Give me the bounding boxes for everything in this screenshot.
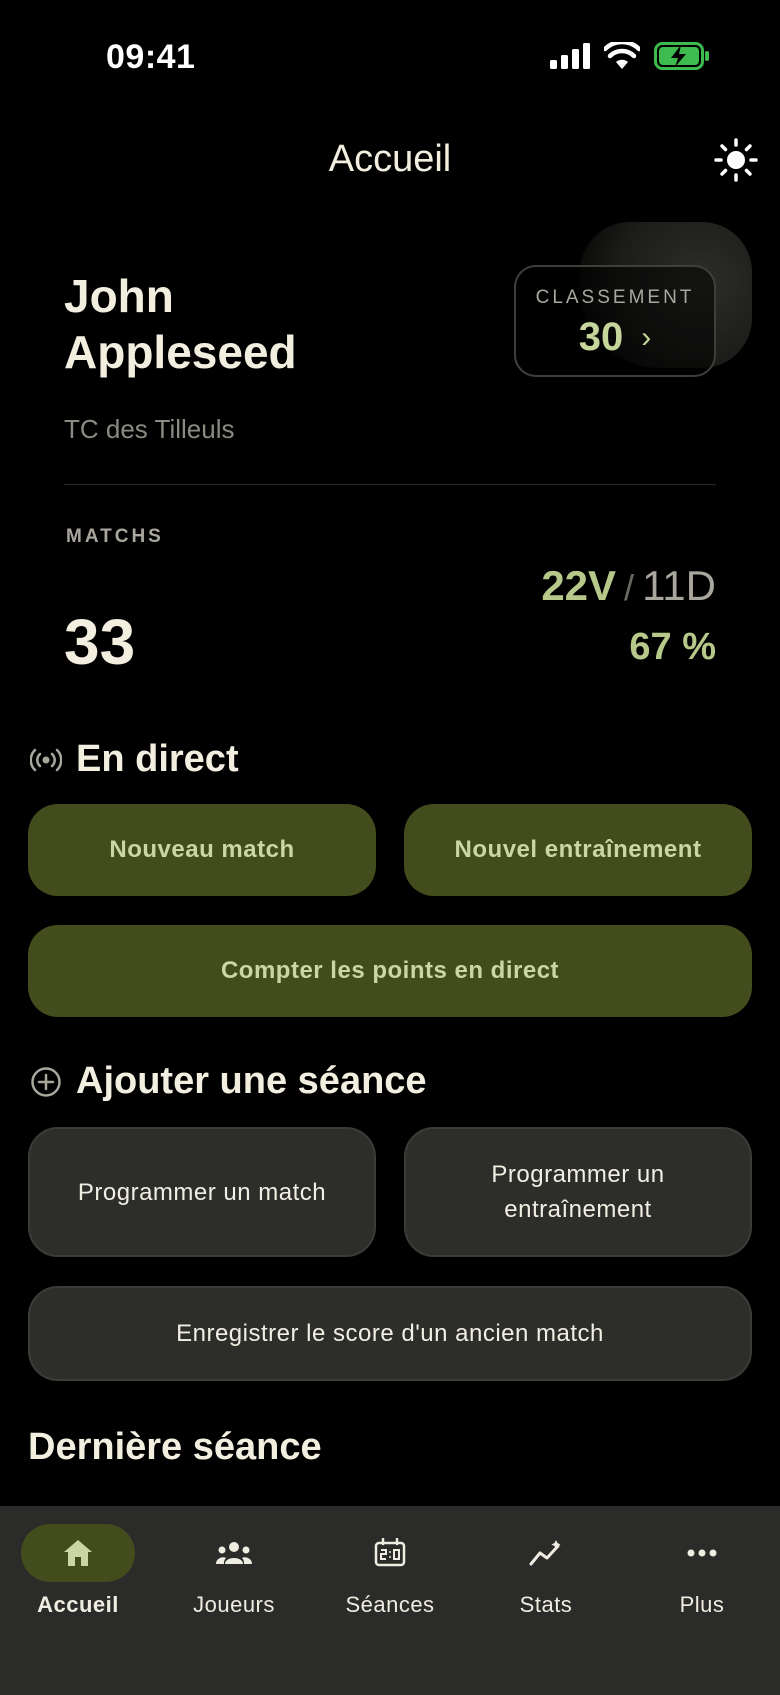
tab-home[interactable]: Accueil — [0, 1524, 156, 1618]
player-name: John Appleseed — [64, 268, 444, 380]
matches-count: 33 — [64, 606, 136, 678]
theme-toggle-button[interactable] — [714, 138, 758, 182]
record-old-match-button[interactable]: Enregistrer le score d'un ancien match — [28, 1286, 752, 1381]
tab-stats[interactable]: Stats — [468, 1524, 624, 1618]
ranking-value-row: 30 › — [516, 315, 714, 360]
tab-players-indicator — [177, 1524, 291, 1582]
tab-bar: Accueil Joueurs Séances Stats Plus — [0, 1506, 780, 1695]
players-icon — [216, 1542, 252, 1564]
matches-label: MATCHS — [66, 526, 164, 547]
add-session-title: Ajouter une séance — [76, 1060, 427, 1102]
club-name: TC des Tilleuls — [64, 414, 235, 444]
tab-stats-label: Stats — [519, 1592, 573, 1617]
stats-icon — [529, 1540, 561, 1566]
scoreboard-icon — [374, 1538, 406, 1567]
new-match-button[interactable]: Nouveau match — [28, 804, 376, 896]
plus-circle-icon — [31, 1066, 61, 1097]
tab-players-label: Joueurs — [193, 1592, 275, 1617]
win-percentage: 67 % — [629, 626, 716, 668]
signal-icon — [550, 43, 590, 69]
live-section-header: En direct — [30, 738, 239, 781]
divider — [64, 484, 716, 485]
tab-stats-indicator — [489, 1524, 603, 1582]
tab-more[interactable]: Plus — [624, 1524, 780, 1618]
new-training-button[interactable]: Nouvel entraînement — [404, 804, 752, 896]
last-session-title: Dernière séance — [28, 1426, 322, 1468]
tab-sessions-indicator — [333, 1524, 447, 1582]
tab-more-indicator — [645, 1524, 759, 1582]
wifi-icon — [604, 42, 640, 69]
ranking-button[interactable]: CLASSEMENT 30 › — [514, 265, 716, 377]
status-icons — [550, 42, 710, 70]
tab-sessions[interactable]: Séances — [312, 1524, 468, 1618]
losses-count: 11D — [642, 562, 716, 609]
chevron-right-icon: › — [641, 320, 652, 354]
battery-charging-icon — [654, 42, 709, 70]
schedule-training-button[interactable]: Programmer un entraînement — [404, 1127, 752, 1257]
more-icon — [687, 1549, 717, 1557]
status-bar: 09:41 — [0, 0, 780, 116]
player-first-name: John — [64, 270, 174, 322]
live-score-button[interactable]: Compter les points en direct — [28, 925, 752, 1017]
tab-home-label: Accueil — [37, 1592, 119, 1617]
sun-icon — [714, 138, 758, 182]
page-title: Accueil — [328, 138, 452, 180]
tab-more-label: Plus — [679, 1592, 725, 1617]
ranking-label: CLASSEMENT — [535, 287, 695, 308]
add-session-header: Ajouter une séance — [30, 1060, 427, 1103]
tab-home-indicator — [21, 1524, 135, 1582]
live-section-title: En direct — [76, 738, 239, 780]
win-loss-record: 22V / 11D — [541, 562, 716, 610]
tab-players[interactable]: Joueurs — [156, 1524, 312, 1618]
broadcast-icon — [30, 748, 62, 771]
record-separator: / — [624, 567, 635, 608]
ranking-value: 30 — [578, 315, 624, 359]
wins-count: 22V — [541, 562, 617, 609]
home-icon — [64, 1540, 92, 1566]
status-time: 09:41 — [106, 38, 196, 76]
schedule-match-button[interactable]: Programmer un match — [28, 1127, 376, 1257]
player-last-name: Appleseed — [64, 326, 297, 378]
tab-sessions-label: Séances — [345, 1592, 435, 1617]
